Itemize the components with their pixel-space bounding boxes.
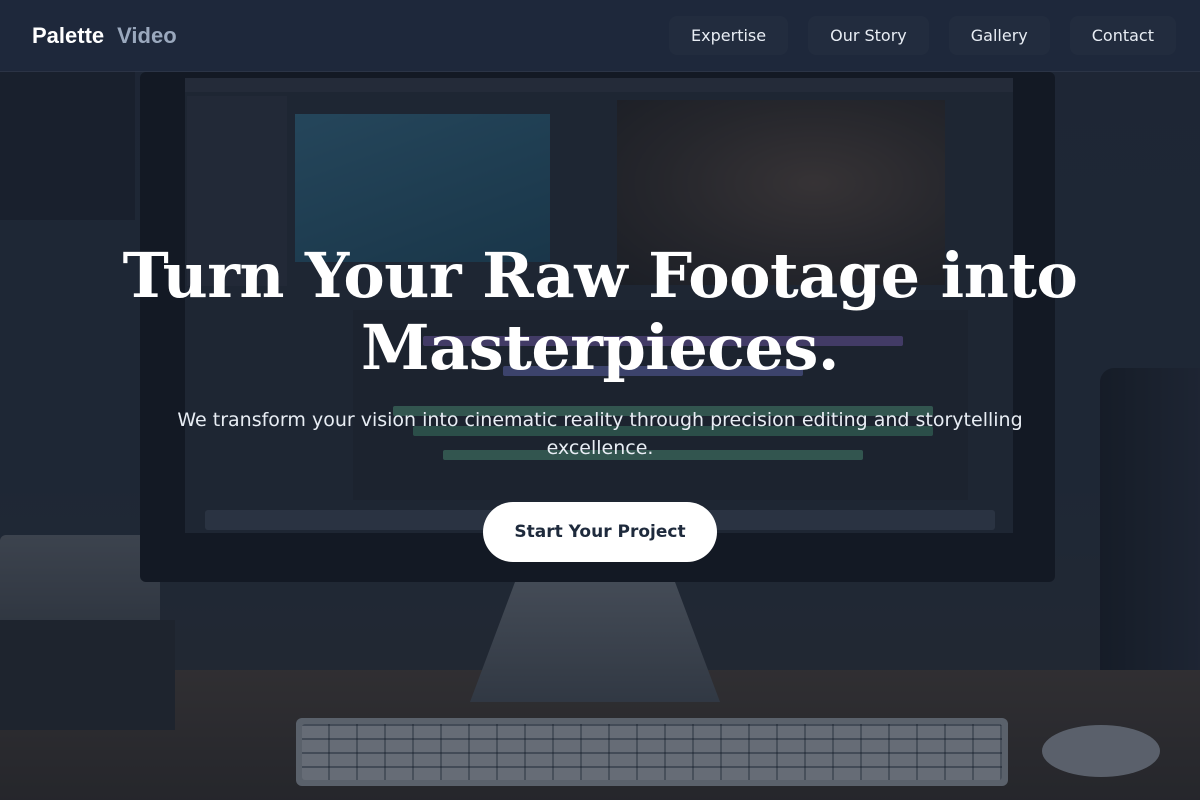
nav-item-gallery[interactable]: Gallery <box>949 16 1050 55</box>
nav-item-contact[interactable]: Contact <box>1070 16 1176 55</box>
hero-subtitle: We transform your vision into cinematic … <box>177 409 1023 459</box>
start-project-button[interactable]: Start Your Project <box>483 502 717 562</box>
brand-name-secondary: Video <box>117 22 177 48</box>
brand-logo[interactable]: Palette Video <box>32 23 177 49</box>
brand-name-primary: Palette <box>32 22 105 48</box>
hero-section: Turn Your Raw Footage into Masterpieces.… <box>0 72 1200 800</box>
hero-title: Turn Your Raw Footage into Masterpieces. <box>122 239 1078 384</box>
nav-item-our-story[interactable]: Our Story <box>808 16 929 55</box>
nav-item-expertise[interactable]: Expertise <box>669 16 788 55</box>
main-nav: Expertise Our Story Gallery Contact <box>669 16 1176 55</box>
site-header: Palette Video Expertise Our Story Galler… <box>0 0 1200 72</box>
